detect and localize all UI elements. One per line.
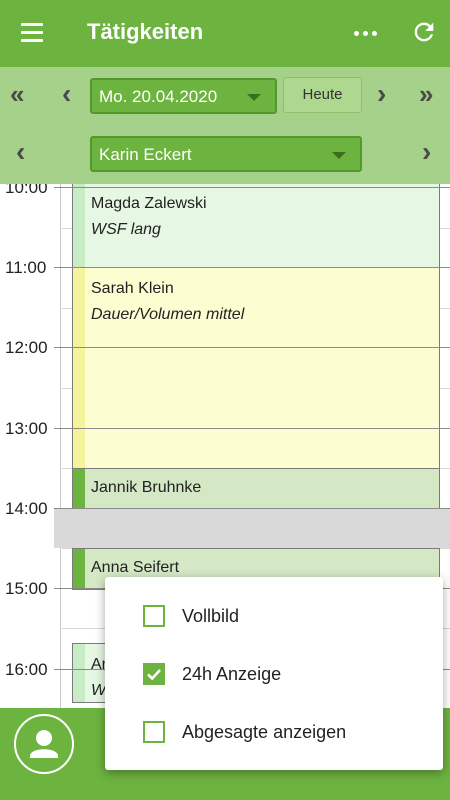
option-abgesagte-anzeigen[interactable]: Abgesagte anzeigen [141,717,431,747]
option-label: Vollbild [182,606,240,626]
prev-week-button[interactable]: « [10,81,24,107]
checkbox[interactable] [143,605,165,627]
more-dots-icon[interactable] [350,22,382,46]
prev-day-button[interactable]: ‹ [62,80,71,108]
hour-label: 14:00 [5,499,48,518]
event-service: Dauer/Volumen mittel [91,306,245,323]
next-employee-button[interactable]: › [422,138,431,166]
app-bar: Tätigkeiten [0,0,450,67]
option-label: Abgesagte anzeigen [182,722,347,742]
appointment-card[interactable]: Jannik Bruhnke [72,468,440,510]
hour-line [54,508,450,509]
unavailable-block [54,508,450,548]
event-client-name: Anna Seifert [91,559,180,576]
chevron-down-icon [247,94,261,101]
prev-employee-button[interactable]: ‹ [16,138,25,166]
event-client-name: Jannik Bruhnke [91,479,202,496]
event-stripe [73,549,85,589]
hour-label: 15:00 [5,579,48,598]
hour-line [54,187,450,188]
page-title: Tätigkeiten [87,19,204,44]
person-icon[interactable] [14,714,74,774]
event-stripe [73,469,85,509]
next-week-button[interactable]: » [419,81,433,107]
event-service: WSF lang [91,221,161,238]
hour-label: 16:00 [5,660,48,679]
event-client-name: Magda Zalewski [91,195,207,212]
event-stripe [73,268,85,468]
hamburger-menu-icon[interactable] [18,20,48,46]
date-select-value: Mo. 20.04.2020 [99,87,218,106]
option-label: 24h Anzeige [182,664,282,684]
hour-label: 11:00 [5,258,47,277]
employee-select-value: Karin Eckert [99,145,192,164]
event-stripe [73,184,85,267]
date-navigation-bar: « ‹ Mo. 20.04.2020 Heute › » ‹ Karin Eck… [0,67,450,184]
option-vollbild[interactable]: Vollbild [141,601,431,631]
event-stripe [73,644,85,702]
chevron-down-icon [332,152,346,159]
hour-line [54,428,450,429]
date-select[interactable]: Mo. 20.04.2020 [90,78,277,114]
time-column-divider [60,184,61,708]
checkbox-checked[interactable] [143,663,165,685]
hour-line [54,347,450,348]
employee-select[interactable]: Karin Eckert [90,136,362,172]
next-day-button[interactable]: › [377,80,386,108]
option-24h-anzeige[interactable]: 24h Anzeige [141,659,431,689]
refresh-icon[interactable] [410,18,438,46]
event-service: W [91,682,107,699]
hour-label: 12:00 [5,338,48,357]
hour-line [54,267,450,268]
appointment-card[interactable]: Magda Zalewski WSF lang [72,184,440,268]
event-client-name: Sarah Klein [91,280,174,297]
hour-label: 10:00 [5,184,48,197]
hour-label: 13:00 [5,419,48,438]
appointment-card[interactable]: Sarah Klein Dauer/Volumen mittel [72,267,440,469]
checkbox[interactable] [143,721,165,743]
today-button[interactable]: Heute [283,77,362,113]
view-options-menu: Vollbild 24h Anzeige Abgesagte anzeigen [105,577,443,770]
